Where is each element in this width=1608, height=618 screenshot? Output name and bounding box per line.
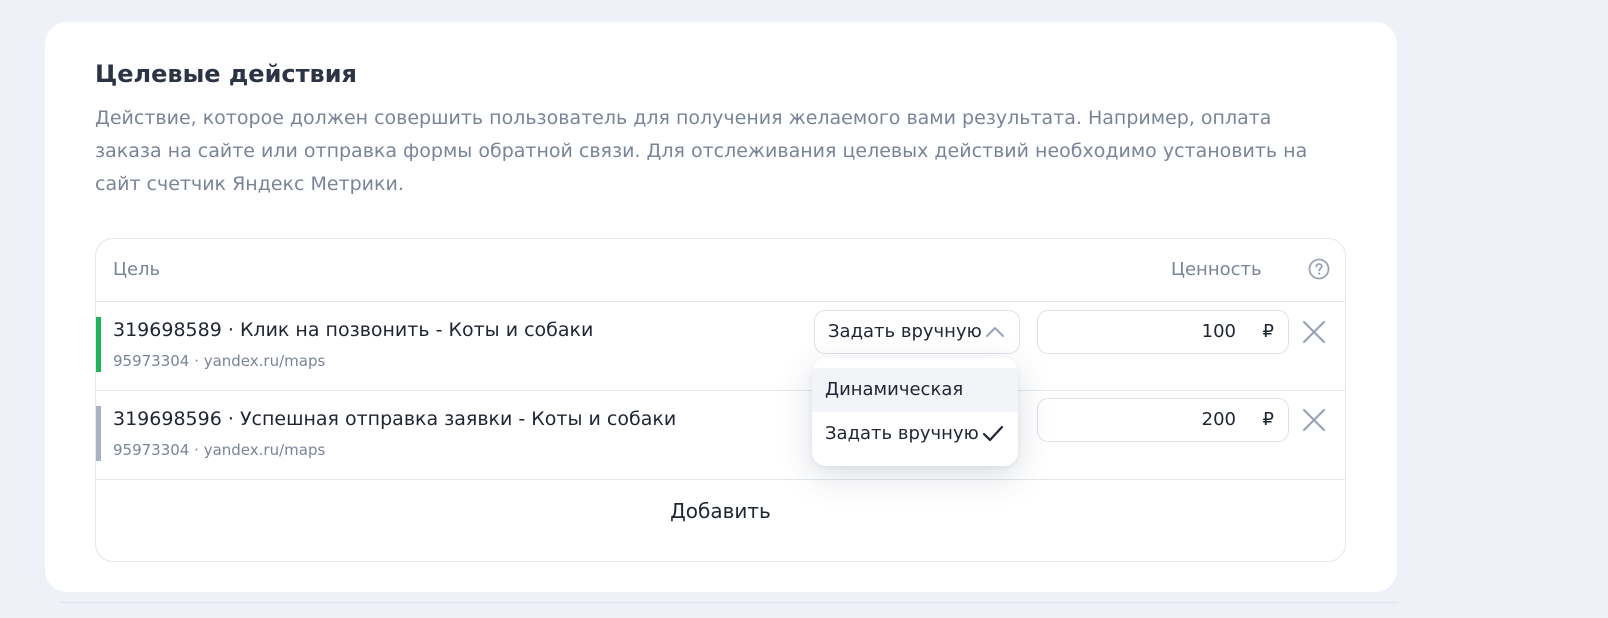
value-mode-select[interactable]: Задать вручную [814, 310, 1020, 354]
table-header: Цель Ценность [96, 239, 1345, 302]
dropdown-option-label: Задать вручную [825, 423, 979, 444]
site-url: yandex.ru/maps [203, 441, 326, 459]
close-icon[interactable] [1301, 319, 1327, 345]
add-row: Добавить [96, 480, 1345, 561]
dropdown-option-label: Динамическая [825, 379, 964, 400]
question-circle-icon[interactable] [1308, 258, 1330, 280]
section-title: Целевые действия [95, 60, 357, 88]
section-description: Действие, которое должен совершить польз… [95, 107, 1308, 195]
value-amount: 200 [1201, 409, 1236, 430]
add-goal-button[interactable]: Добавить [96, 480, 1345, 542]
status-indicator [96, 317, 101, 372]
separator: · [194, 441, 199, 459]
goal-title: 319698596 · Успешная отправка заявки - К… [113, 408, 676, 430]
goal-subtitle: 95973304 · yandex.ru/maps [113, 352, 325, 370]
counter-id: 95973304 [113, 441, 190, 459]
column-header-value: Ценность [1171, 259, 1262, 280]
dropdown-option-dynamic[interactable]: Динамическая [812, 368, 1018, 412]
close-icon[interactable] [1301, 407, 1327, 433]
goal-name: Успешная отправка заявки - Коты и собаки [239, 408, 677, 430]
table-row: 319698596 · Успешная отправка заявки - К… [96, 391, 1345, 480]
value-mode-dropdown: Динамическая Задать вручную [812, 358, 1018, 466]
separator: · [227, 319, 234, 341]
check-icon [982, 425, 1004, 442]
goal-id: 319698596 [113, 408, 222, 430]
status-indicator [96, 406, 101, 461]
separator: · [227, 408, 234, 430]
chevron-up-icon [986, 327, 1004, 337]
goal-subtitle: 95973304 · yandex.ru/maps [113, 441, 325, 459]
goal-id: 319698589 [113, 319, 222, 341]
counter-id: 95973304 [113, 352, 190, 370]
goal-name: Клик на позвонить - Коты и собаки [239, 319, 594, 341]
value-input[interactable]: 100 ₽ [1037, 310, 1289, 354]
goals-table: Цель Ценность 319698589 · Клик на позвон… [95, 238, 1346, 562]
separator: · [194, 352, 199, 370]
dropdown-option-manual[interactable]: Задать вручную [812, 412, 1018, 456]
value-amount: 100 [1201, 321, 1236, 342]
currency-symbol: ₽ [1262, 321, 1274, 342]
table-row: 319698589 · Клик на позвонить - Коты и с… [96, 302, 1345, 391]
divider [60, 602, 1398, 603]
site-url: yandex.ru/maps [203, 352, 326, 370]
goal-title: 319698589 · Клик на позвонить - Коты и с… [113, 319, 593, 341]
goals-card: Целевые действия Действие, которое долже… [45, 22, 1397, 592]
value-mode-selected: Задать вручную [828, 321, 982, 342]
currency-symbol: ₽ [1262, 409, 1274, 430]
column-header-goal: Цель [113, 259, 161, 280]
value-input[interactable]: 200 ₽ [1037, 398, 1289, 442]
